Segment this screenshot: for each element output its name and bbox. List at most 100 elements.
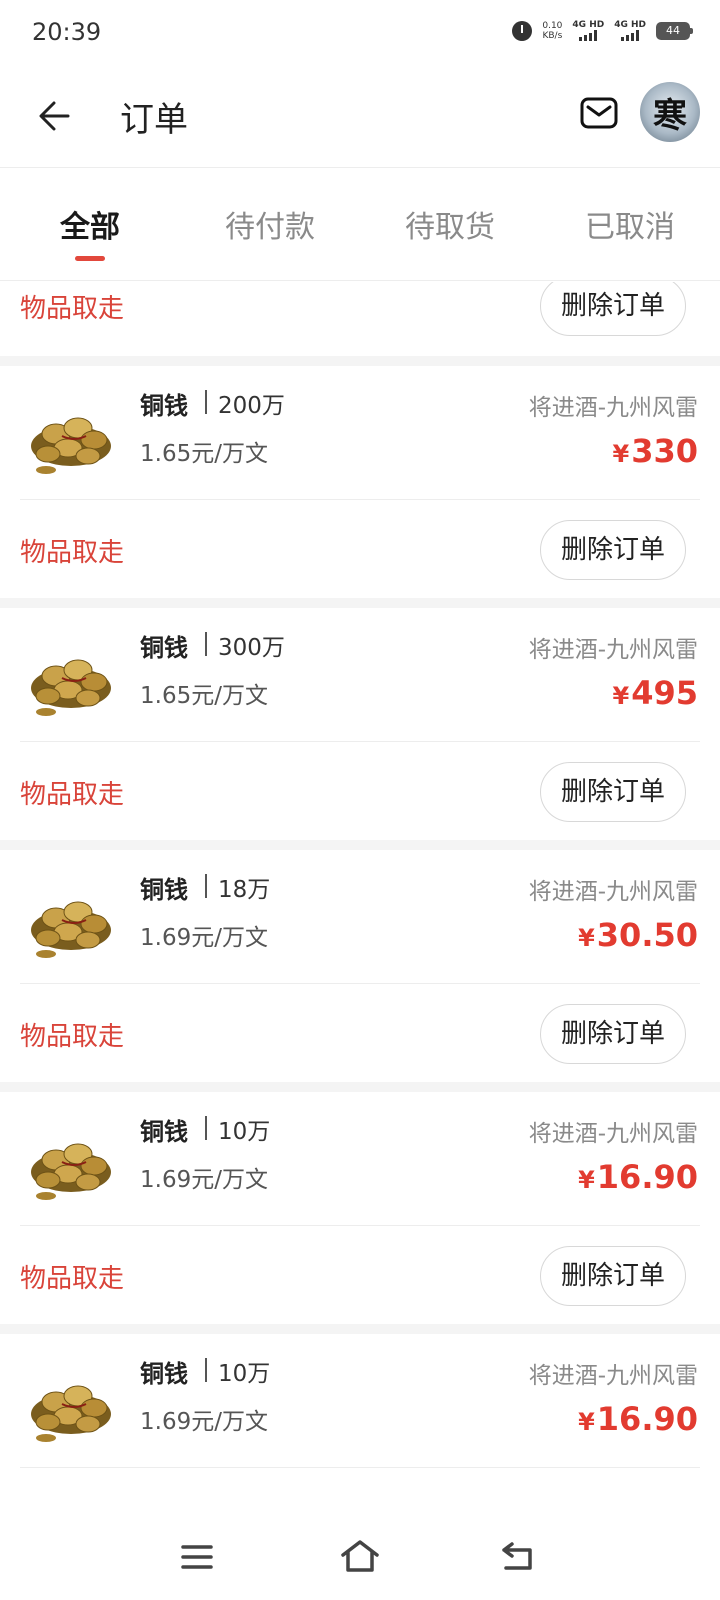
order-status: 物品取走 (20, 1022, 125, 1052)
currency-symbol: ¥ (578, 924, 595, 952)
currency-symbol: ¥ (578, 1408, 595, 1436)
price-value: 330 (631, 432, 698, 470)
sim2-signal: 4G HD (614, 20, 646, 41)
delete-order-button[interactable]: 删除订单 (539, 762, 686, 822)
avatar[interactable]: 寒 (640, 82, 700, 142)
item-name: 铜钱 (140, 876, 188, 904)
avatar-character: 寒 (653, 95, 687, 136)
order-footer: 物品取走 删除订单 (0, 282, 720, 356)
system-nav-bar (0, 1512, 720, 1600)
currency-symbol: ¥ (578, 1166, 595, 1194)
item-name: 铜钱 (140, 1118, 188, 1146)
back-icon[interactable] (500, 1540, 536, 1572)
order-card[interactable]: 铜钱 18万 1.69元/万文 将进酒-九州风雷 ¥30.50 物品取走 删除订单 (0, 850, 720, 1082)
arrow-left-icon[interactable] (36, 96, 76, 136)
order-item-row[interactable]: 铜钱 300万 1.65元/万文 将进酒-九州风雷 ¥495 (20, 608, 700, 742)
game-server: 将进酒-九州风雷 (528, 879, 698, 905)
divider (205, 390, 207, 414)
order-item-row[interactable]: 铜钱 18万 1.69元/万文 将进酒-九州风雷 ¥30.50 (20, 850, 700, 984)
copper-coin-icon (31, 659, 111, 716)
order-footer: 物品取走 删除订单 (0, 500, 720, 598)
tab-pending-payment[interactable]: 待付款 (180, 168, 360, 280)
item-quantity: 200万 (218, 393, 285, 419)
item-name: 铜钱 (140, 634, 188, 662)
page-title: 订单 (120, 100, 188, 140)
battery-icon: 44 (656, 21, 693, 40)
price-value: 16.90 (596, 1158, 698, 1196)
order-price: ¥330 (613, 432, 699, 470)
order-status: 物品取走 (20, 294, 125, 324)
menu-icon[interactable] (180, 1542, 214, 1572)
game-server: 将进酒-九州风雷 (528, 1121, 698, 1147)
order-status: 物品取走 (20, 1264, 125, 1294)
game-server: 将进酒-九州风雷 (528, 1363, 698, 1389)
order-price: ¥16.90 (578, 1158, 698, 1196)
unit-price: 1.69元/万文 (140, 1167, 268, 1193)
unit-price: 1.65元/万文 (140, 683, 268, 709)
order-status: 物品取走 (20, 780, 125, 810)
unit-price: 1.69元/万文 (140, 1409, 268, 1435)
price-value: 16.90 (596, 1400, 698, 1438)
sim1-signal: 4G HD (572, 20, 604, 41)
order-card[interactable]: 铜钱 300万 1.65元/万文 将进酒-九州风雷 ¥495 物品取走 删除订单 (0, 608, 720, 840)
item-name: 铜钱 (140, 392, 188, 420)
divider (205, 632, 207, 656)
delete-order-button[interactable]: 删除订单 (539, 1004, 686, 1064)
sim2-label: 4G HD (614, 20, 646, 30)
game-server: 将进酒-九州风雷 (528, 395, 698, 421)
item-quantity: 10万 (218, 1119, 271, 1145)
order-tabs: 全部 待付款 待取货 已取消 (0, 168, 720, 281)
delete-order-button[interactable]: 删除订单 (539, 520, 686, 580)
copper-coin-icon (31, 1385, 111, 1442)
signal-bars-icon (579, 30, 598, 41)
order-price: ¥495 (613, 674, 699, 712)
order-list[interactable]: 物品取走 删除订单 铜钱 200万 1.65元/万文 将进酒-九州风雷 ¥330 物品取走… (0, 282, 720, 1512)
copper-coin-icon (31, 901, 111, 958)
status-bar: 20:39 0.10 KB/s 4G HD 4G HD 44 (0, 0, 720, 70)
order-card[interactable]: 铜钱 200万 1.65元/万文 将进酒-九州风雷 ¥330 物品取走 删除订单 (0, 366, 720, 598)
price-value: 30.50 (596, 916, 698, 954)
delete-order-button[interactable]: 删除订单 (539, 282, 686, 336)
tab-cancelled[interactable]: 已取消 (540, 168, 720, 280)
order-item-row[interactable]: 铜钱 10万 1.69元/万文 将进酒-九州风雷 ¥16.90 (20, 1334, 700, 1468)
price-value: 495 (631, 674, 698, 712)
item-quantity: 300万 (218, 635, 285, 661)
order-card[interactable]: 铜钱 10万 1.69元/万文 将进酒-九州风雷 ¥16.90 物品取走 删除订单 (0, 1092, 720, 1324)
game-server: 将进酒-九州风雷 (528, 637, 698, 663)
copper-coin-icon (31, 417, 111, 474)
order-price: ¥30.50 (578, 916, 698, 954)
mail-icon[interactable] (580, 96, 618, 130)
delete-order-button[interactable]: 删除订单 (539, 1246, 686, 1306)
currency-symbol: ¥ (612, 440, 630, 468)
unit-price: 1.69元/万文 (140, 925, 268, 951)
unit-price: 1.65元/万文 (140, 441, 268, 467)
tab-pending-pickup[interactable]: 待取货 (360, 168, 540, 280)
order-status: 物品取走 (20, 538, 125, 568)
home-icon[interactable] (340, 1538, 380, 1574)
order-footer: 物品取走 删除订单 (0, 984, 720, 1082)
speed-value: 0.10 (542, 20, 563, 31)
item-name: 铜钱 (140, 1360, 188, 1388)
order-item-row[interactable]: 铜钱 200万 1.65元/万文 将进酒-九州风雷 ¥330 (20, 366, 700, 500)
tab-label: 已取消 (585, 210, 675, 245)
divider (205, 1116, 207, 1140)
alarm-icon (512, 20, 533, 41)
tab-label: 全部 (60, 210, 120, 245)
sim1-label: 4G HD (572, 20, 605, 30)
speed-unit: KB/s (542, 30, 563, 41)
order-item-row[interactable]: 铜钱 10万 1.69元/万文 将进酒-九州风雷 ¥16.90 (20, 1092, 700, 1226)
app-header: 订单 寒 (0, 70, 720, 168)
currency-symbol: ¥ (612, 682, 630, 710)
status-icons: 0.10 KB/s 4G HD 4G HD 44 (512, 20, 693, 41)
network-speed: 0.10 KB/s (542, 21, 562, 41)
tab-all[interactable]: 全部 (0, 168, 180, 280)
signal-bars-icon (621, 30, 640, 41)
order-price: ¥16.90 (578, 1400, 698, 1438)
item-quantity: 10万 (218, 1361, 271, 1387)
order-card[interactable]: 铜钱 10万 1.69元/万文 将进酒-九州风雷 ¥16.90 (0, 1334, 720, 1512)
copper-coin-icon (31, 1143, 111, 1200)
divider (205, 874, 207, 898)
tab-label: 待付款 (225, 210, 315, 245)
divider (205, 1358, 207, 1382)
tab-label: 待取货 (405, 210, 495, 245)
